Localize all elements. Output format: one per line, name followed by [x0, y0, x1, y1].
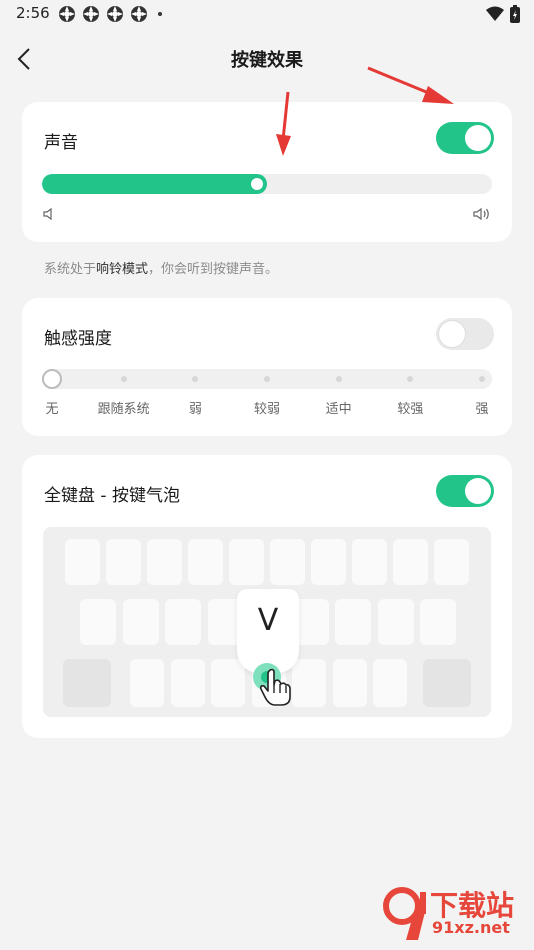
keyboard-preview-key: [423, 659, 471, 707]
volume-slider-thumb[interactable]: [251, 178, 263, 190]
toggle-knob: [439, 321, 465, 347]
keyboard-preview-key: [377, 599, 414, 645]
toggle-knob: [465, 478, 491, 504]
wifi-icon: [486, 6, 504, 21]
haptic-stop-dot[interactable]: [407, 376, 414, 382]
keyboard-preview-key: [211, 659, 245, 707]
key-bubble-popup: V: [237, 589, 299, 673]
sound-hint: 系统处于响铃模式，你会听到按键声音。: [44, 258, 278, 277]
keyboard-preview-key: [170, 659, 205, 707]
keyboard-preview-key: [165, 599, 201, 645]
watermark-domain: 91xz.net: [432, 918, 510, 937]
keyboard-bubble-card: 全键盘 - 按键气泡 V: [22, 455, 512, 738]
keyboard-preview-key: [188, 539, 223, 585]
speaker-low-icon: [43, 207, 52, 221]
haptic-stop-dot[interactable]: [192, 376, 199, 382]
haptic-level-label: 强: [475, 402, 489, 417]
haptic-slider-thumb[interactable]: [42, 369, 62, 389]
app-notification-icon: [107, 6, 123, 22]
haptic-stop-dot[interactable]: [335, 376, 342, 382]
app-notification-icon: [131, 6, 147, 22]
toggle-knob: [465, 125, 491, 151]
haptic-stop-dot[interactable]: [479, 376, 485, 382]
keyboard-preview-key: [130, 659, 164, 707]
keyboard-preview-key: [229, 539, 264, 585]
haptic-level-label: 较强: [397, 402, 424, 417]
keyboard-preview-key: [63, 659, 111, 707]
haptic-level-label: 较弱: [253, 402, 281, 417]
haptic-slider[interactable]: [42, 369, 492, 389]
keyboard-preview-key: [65, 539, 100, 585]
haptic-level-labels: 无 跟随系统 弱 较弱 适中 较强 强: [22, 398, 512, 417]
hand-pointer-icon: [260, 668, 291, 706]
keyboard-preview-key: [106, 539, 141, 585]
hint-prefix: 系统处于: [44, 262, 97, 277]
keyboard-preview-key: [373, 659, 407, 707]
bubble-letter: V: [257, 603, 279, 638]
hint-mode: 响铃模式: [96, 262, 149, 277]
watermark: 下载站 91xz.net: [380, 884, 530, 944]
keyboard-preview-key: [335, 599, 371, 645]
status-right-icons: [486, 5, 520, 23]
keyboard-preview-key: [311, 539, 346, 585]
keyboard-preview-key: [434, 539, 469, 585]
haptic-level-label: 跟随系统: [97, 402, 150, 417]
status-bar: 2:56: [0, 0, 534, 28]
sound-toggle[interactable]: [436, 122, 494, 154]
app-notification-icon: [83, 6, 99, 22]
keyboard-preview-key: [420, 599, 456, 645]
volume-slider[interactable]: [42, 174, 492, 194]
haptic-stop-dot[interactable]: [120, 376, 127, 382]
sound-card: 声音: [22, 102, 512, 242]
keyboard-preview-key: [352, 539, 387, 585]
battery-icon: [510, 5, 520, 23]
haptic-stop-dot[interactable]: [264, 376, 270, 382]
sound-label: 声音: [44, 133, 78, 153]
volume-slider-fill: [42, 174, 267, 194]
haptic-level-label: 适中: [325, 402, 352, 417]
speaker-high-icon: [473, 207, 489, 221]
haptic-toggle[interactable]: [436, 318, 494, 350]
keyboard-bubble-label: 全键盘 - 按键气泡: [44, 486, 180, 506]
haptic-level-label: 弱: [188, 402, 202, 417]
app-notification-icon: [59, 6, 75, 22]
keyboard-preview-key: [332, 659, 367, 707]
annotation-arrow-to-toggle: [367, 66, 454, 104]
haptic-level-label: 无: [45, 402, 59, 417]
keyboard-preview-key: [122, 599, 159, 645]
haptic-label: 触感强度: [44, 329, 112, 349]
status-time: 2:56: [16, 4, 50, 22]
watermark-logo-icon: [383, 887, 426, 940]
keyboard-preview-key: [80, 599, 116, 645]
hint-suffix: ，你会听到按键声音。: [148, 262, 279, 277]
keyboard-preview: V: [43, 527, 491, 717]
keyboard-preview-key: [292, 659, 326, 707]
keyboard-bubble-toggle[interactable]: [436, 475, 494, 507]
keyboard-preview-key: [393, 539, 428, 585]
annotation-arrow-to-slider: [276, 91, 291, 156]
notification-icons: [58, 5, 162, 23]
haptic-card: 触感强度 无 跟随系统 弱 较弱 适中 较强 强: [22, 298, 512, 436]
more-notifications-dot: [158, 12, 162, 16]
keyboard-preview-key: [147, 539, 182, 585]
keyboard-preview-key: [270, 539, 305, 585]
